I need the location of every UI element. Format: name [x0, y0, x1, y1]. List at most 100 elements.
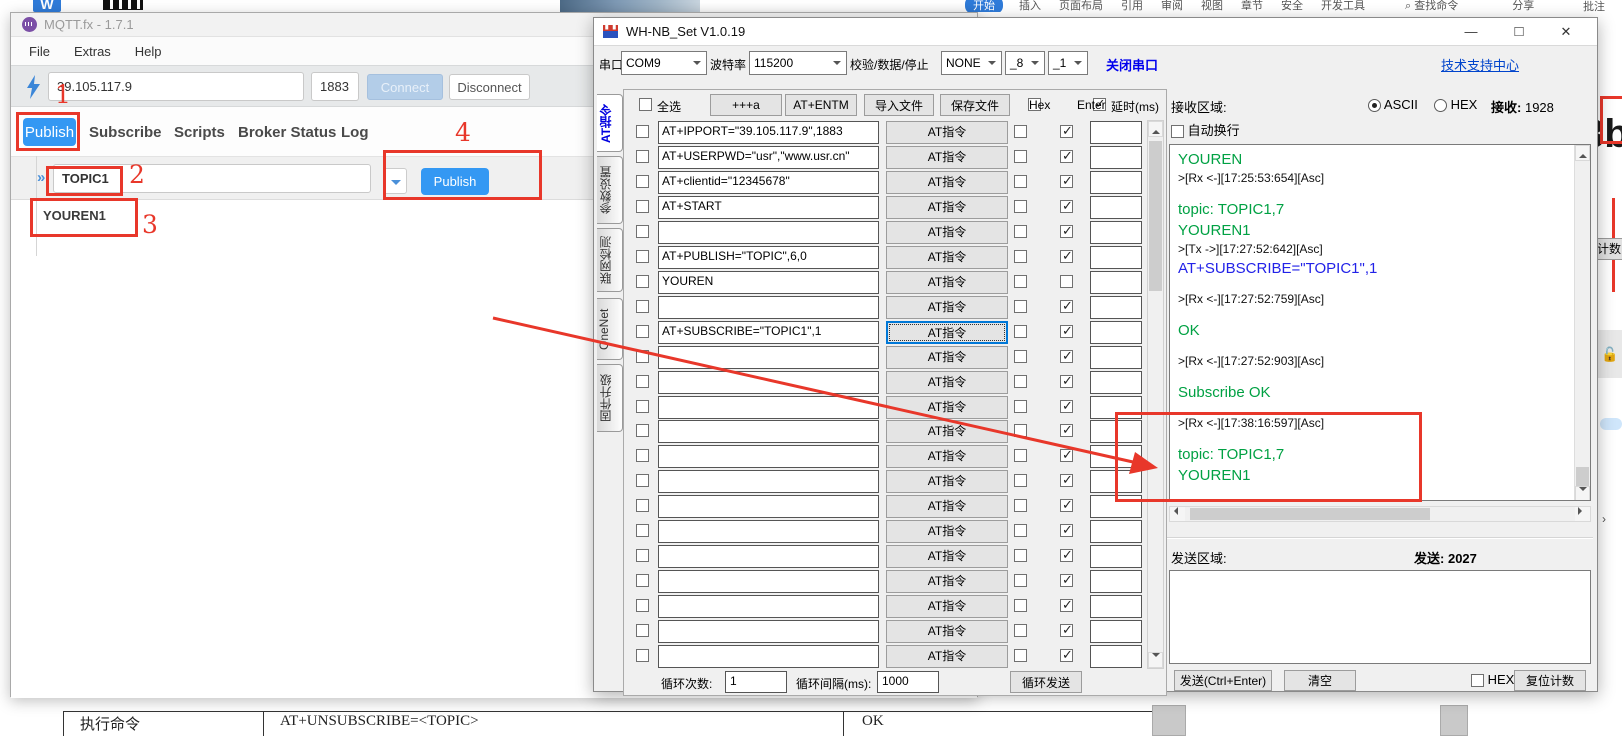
at-command-input[interactable]: AT+clientid="12345678": [658, 171, 879, 194]
ascii-radio[interactable]: ASCII: [1368, 97, 1418, 112]
row-select-checkbox[interactable]: [636, 474, 649, 487]
at-command-input[interactable]: [658, 470, 879, 493]
radio-icon[interactable]: [1434, 99, 1447, 112]
at-command-send-button[interactable]: AT指令: [886, 296, 1008, 319]
tab-subscribe[interactable]: Subscribe: [89, 118, 162, 146]
tech-support-link[interactable]: 技术支持中心: [1441, 55, 1519, 74]
at-command-input[interactable]: [658, 520, 879, 543]
auto-wrap-option[interactable]: 自动换行: [1171, 120, 1240, 139]
parity-select[interactable]: NONE: [941, 51, 1002, 75]
at-command-input[interactable]: [658, 396, 879, 419]
row-delay-input[interactable]: [1090, 520, 1142, 543]
row-delay-input[interactable]: [1090, 545, 1142, 568]
row-enter-checkbox[interactable]: [1060, 449, 1073, 462]
side-tab-firmware-upgrade[interactable]: 固件升级: [597, 364, 623, 432]
row-hex-checkbox[interactable]: [1014, 400, 1027, 413]
at-command-input[interactable]: [658, 595, 879, 618]
scroll-up-icon[interactable]: [1575, 145, 1590, 161]
at-command-input[interactable]: [658, 645, 879, 668]
close-button[interactable]: [1551, 18, 1581, 45]
scroll-up-icon[interactable]: [1148, 121, 1163, 137]
side-tab-onenet[interactable]: OneNet: [597, 298, 623, 360]
at-command-send-button[interactable]: AT指令: [886, 470, 1008, 493]
row-hex-checkbox[interactable]: [1014, 649, 1027, 662]
tab-scripts[interactable]: Scripts: [174, 118, 225, 146]
row-hex-checkbox[interactable]: [1014, 200, 1027, 213]
scrollbar-thumb[interactable]: [1576, 467, 1589, 487]
at-command-input[interactable]: AT+PUBLISH="TOPIC",6,0: [658, 246, 879, 269]
ribbon-tab[interactable]: 安全: [1279, 0, 1305, 12]
row-enter-checkbox[interactable]: [1060, 375, 1073, 388]
at-command-send-button[interactable]: AT指令: [886, 321, 1008, 344]
at-command-input[interactable]: [658, 545, 879, 568]
tab-log[interactable]: Log: [341, 118, 369, 146]
ribbon-search-label[interactable]: ⌕ 查找命令: [1405, 0, 1458, 12]
at-command-send-button[interactable]: AT指令: [886, 371, 1008, 394]
row-select-checkbox[interactable]: [636, 649, 649, 662]
ribbon-tab[interactable]: 开发工具: [1319, 0, 1367, 12]
row-select-checkbox[interactable]: [636, 574, 649, 587]
menu-help[interactable]: Help: [135, 44, 162, 59]
maximize-button[interactable]: [1504, 18, 1534, 45]
row-hex-checkbox[interactable]: [1014, 499, 1027, 512]
at-command-input[interactable]: [658, 420, 879, 443]
at-command-input[interactable]: [658, 296, 879, 319]
row-enter-checkbox[interactable]: [1060, 350, 1073, 363]
auto-wrap-checkbox[interactable]: [1171, 125, 1184, 138]
at-command-send-button[interactable]: AT指令: [886, 146, 1008, 169]
row-hex-checkbox[interactable]: [1014, 599, 1027, 612]
row-delay-input[interactable]: [1090, 346, 1142, 369]
at-command-input[interactable]: [658, 221, 879, 244]
row-enter-checkbox[interactable]: [1060, 474, 1073, 487]
row-hex-checkbox[interactable]: [1014, 250, 1027, 263]
row-select-checkbox[interactable]: [636, 424, 649, 437]
row-delay-input[interactable]: [1090, 371, 1142, 394]
scroll-right-icon[interactable]: [1575, 507, 1590, 521]
radio-icon[interactable]: [1368, 99, 1381, 112]
ribbon-tab[interactable]: 插入: [1017, 0, 1043, 12]
broker-port-input[interactable]: 1883: [311, 72, 359, 101]
at-command-input[interactable]: AT+START: [658, 196, 879, 219]
at-command-send-button[interactable]: AT指令: [886, 495, 1008, 518]
row-delay-input[interactable]: [1090, 171, 1142, 194]
at-command-input[interactable]: [658, 570, 879, 593]
ribbon-tab[interactable]: 审阅: [1159, 0, 1185, 12]
at-command-send-button[interactable]: AT指令: [886, 520, 1008, 543]
row-select-checkbox[interactable]: [636, 125, 649, 138]
row-enter-checkbox[interactable]: [1060, 275, 1073, 288]
select-all-checkbox[interactable]: [639, 98, 652, 111]
row-enter-checkbox[interactable]: [1060, 649, 1073, 662]
row-select-checkbox[interactable]: [636, 549, 649, 562]
row-select-checkbox[interactable]: [636, 599, 649, 612]
row-select-checkbox[interactable]: [636, 350, 649, 363]
receive-hscrollbar[interactable]: [1169, 506, 1591, 522]
at-panel-scrollbar[interactable]: [1147, 120, 1164, 669]
tab-broker-status[interactable]: Broker Status: [238, 118, 336, 146]
send-input-area[interactable]: [1169, 570, 1591, 664]
row-hex-checkbox[interactable]: [1014, 350, 1027, 363]
at-command-send-button[interactable]: AT指令: [886, 271, 1008, 294]
close-serial-link[interactable]: 关闭串口: [1106, 55, 1158, 74]
scrollbar-thumb[interactable]: [1149, 141, 1162, 291]
row-enter-checkbox[interactable]: [1060, 400, 1073, 413]
at-command-input[interactable]: YOUREN: [658, 271, 879, 294]
send-button[interactable]: 发送(Ctrl+Enter): [1174, 670, 1272, 691]
row-delay-input[interactable]: [1090, 645, 1142, 668]
at-command-send-button[interactable]: AT指令: [886, 420, 1008, 443]
row-hex-checkbox[interactable]: [1014, 125, 1027, 138]
row-hex-checkbox[interactable]: [1014, 175, 1027, 188]
row-delay-input[interactable]: [1090, 146, 1142, 169]
row-hex-checkbox[interactable]: [1014, 474, 1027, 487]
at-command-send-button[interactable]: AT指令: [886, 171, 1008, 194]
row-enter-checkbox[interactable]: [1060, 599, 1073, 612]
at-command-input[interactable]: [658, 346, 879, 369]
row-enter-checkbox[interactable]: [1060, 424, 1073, 437]
minimize-button[interactable]: [1456, 18, 1486, 45]
stopbits-select[interactable]: _1: [1048, 51, 1088, 75]
ribbon-tab[interactable]: 开始: [965, 0, 1003, 12]
ribbon-share-label[interactable]: 分享: [1512, 0, 1534, 12]
row-enter-checkbox[interactable]: [1060, 624, 1073, 637]
row-enter-checkbox[interactable]: [1060, 225, 1073, 238]
row-enter-checkbox[interactable]: [1060, 300, 1073, 313]
row-enter-checkbox[interactable]: [1060, 325, 1073, 338]
